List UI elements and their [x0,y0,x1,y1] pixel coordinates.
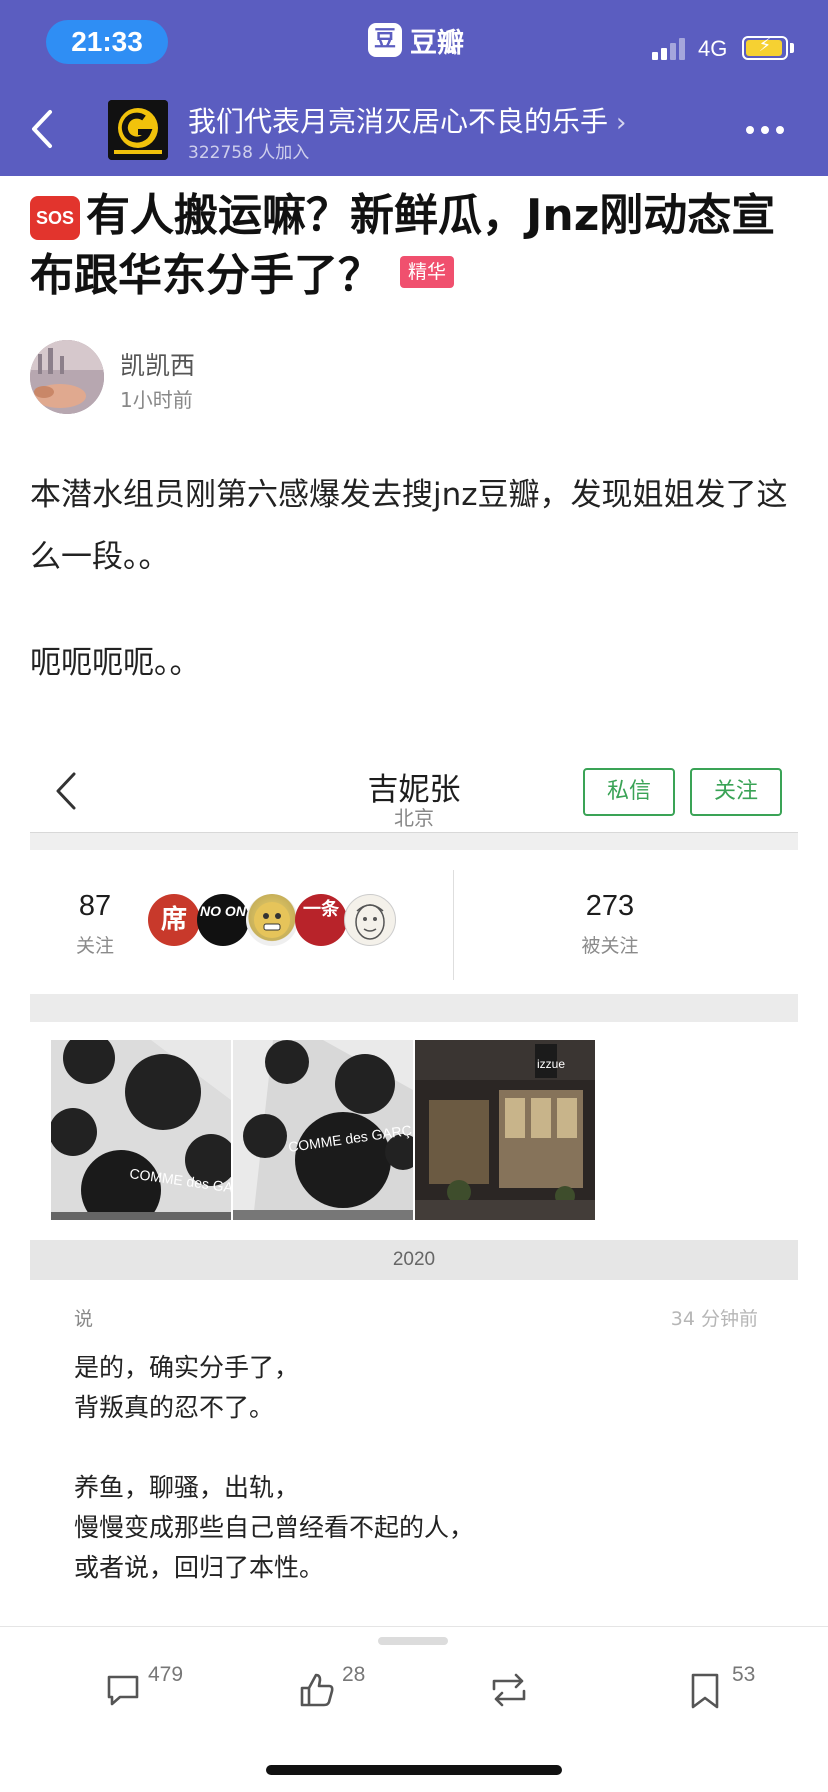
seal-xi-avatar: 席 [148,894,200,946]
author-name[interactable]: 凯凯西 [120,346,195,382]
golden-face-avatar [246,894,298,946]
status-line: 或者说，回归了本性。 [74,1553,325,1582]
post-body-paragraph: 本潜水组员刚第六感爆发去搜jnz豆瓣，发现姐姐发了这么一段。。 [30,477,788,575]
comme-des-garcons-building-photo: COMME des GARÇ [233,1040,413,1220]
status-text: 是的，确实分手了， 背叛真的忍不了。 养鱼，聊骚，出轨， 慢慢变成那些自己曾经看… [74,1348,764,1588]
follow-button: 关注 [690,768,782,816]
photo-caption: izzue [537,1057,565,1071]
sketch-face-avatar [344,894,396,946]
followers-label: 被关注 [581,935,639,957]
followers-count: 273 [585,890,635,922]
status-time: 21:33 [46,20,168,64]
comme-des-garcons-building-photo: COMME des GARÇO [51,1040,231,1220]
author-avatar[interactable] [30,340,104,414]
yitiao-avatar: 一条 [295,894,347,946]
status-line: 是的，确实分手了， [74,1353,300,1382]
sos-icon: SOS [30,196,80,240]
followers-stat: 273 被关注 [550,890,670,958]
no-on-avatar: NO ON [197,894,249,946]
following-count: 87 [78,890,112,922]
like-count: 28 [342,1663,366,1686]
douban-logo-icon: 豆 [368,23,402,57]
embedded-screenshot[interactable]: 吉妮张 北京 私信 关注 87 关注 席 NO ON 一条 273 被关注 CO… [30,736,798,1626]
app-header: 21:33 豆 豆瓣 4G ⚡ 我们代表月亮消灭居心不良的乐手 › 322758 … [0,0,828,176]
thumbs-up-icon [300,1673,334,1707]
repost-icon [492,1673,526,1707]
status-label: 说 [74,1308,94,1330]
status-line: 背叛真的忍不了。 [74,1393,275,1422]
status-time: 34 分钟前 [670,1308,758,1330]
app-badge: 豆 豆瓣 [368,20,464,60]
app-name: 豆瓣 [410,27,464,59]
group-logo[interactable] [108,100,168,160]
signal-icon [652,38,685,60]
group-name: 我们代表月亮消灭居心不良的乐手 [188,105,609,138]
back-button[interactable] [24,104,64,154]
comment-icon [107,1675,139,1706]
group-member-count: 322758 人加入 [188,143,310,163]
post-body-paragraph: 呃呃呃呃。。 [30,645,201,681]
avatar-photo-icon [30,340,104,414]
following-label: 关注 [75,935,114,957]
group-logo-icon [108,100,168,160]
network-type: 4G [698,36,728,61]
chevron-left-icon [32,110,52,148]
chevron-right-icon: › [616,108,627,138]
post-title: SOS 有人搬运嘛？新鲜瓜，Jnz刚动态宣布跟华东分手了？ 精华 [30,186,800,306]
comment-count: 479 [148,1663,184,1686]
stat-divider [453,870,454,980]
more-options-button[interactable] [746,126,784,134]
post-time: 1小时前 [120,388,193,412]
home-indicator[interactable] [266,1765,562,1775]
section-band [30,994,798,1022]
message-button: 私信 [583,768,675,816]
izzue-storefront-photo: izzue [415,1040,595,1220]
save-count: 53 [732,1663,756,1686]
battery-icon: ⚡ [742,35,788,60]
status-line: 慢慢变成那些自己曾经看不起的人， [74,1513,475,1542]
divider [30,832,798,850]
following-stat: 87 关注 [60,890,130,958]
year-divider: 2020 [30,1240,798,1280]
bookmark-icon [691,1673,719,1709]
featured-badge: 精华 [400,256,455,288]
status-line: 养鱼，聊骚，出轨， [74,1473,300,1502]
profile-location: 北京 [394,806,434,830]
drag-handle[interactable] [378,1637,448,1645]
group-name-link[interactable]: 我们代表月亮消灭居心不良的乐手 › [188,100,626,140]
